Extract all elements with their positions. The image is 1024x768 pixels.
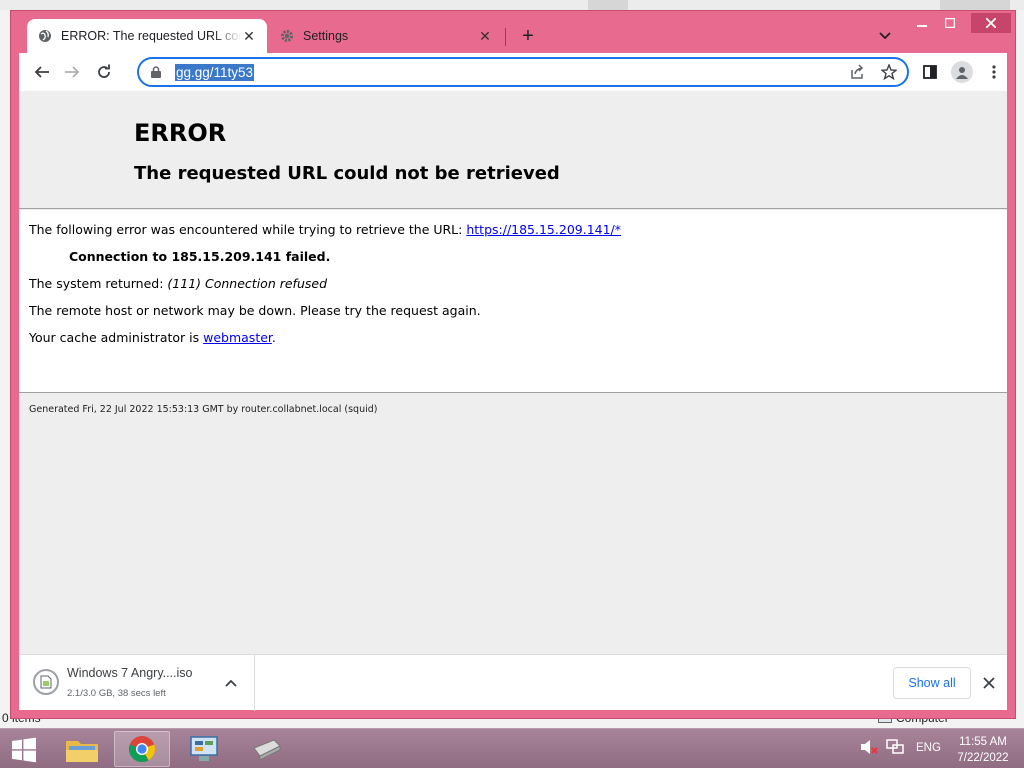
new-tab-button[interactable]: + — [517, 25, 539, 47]
show-all-downloads-button[interactable]: Show all — [893, 667, 971, 699]
tab-error-title: ERROR: The requested URL could not be re… — [61, 29, 241, 43]
download-item[interactable]: Windows 7 Angry....iso 2.1/3.0 GB, 38 se… — [19, 655, 255, 711]
minimize-button[interactable] — [907, 13, 937, 33]
system-clock[interactable]: 11:55 AM 7/22/2022 — [950, 734, 1016, 766]
error-cache-admin-suffix: . — [271, 330, 276, 345]
control-panel-taskbar-icon[interactable] — [176, 731, 232, 767]
background-titlebar — [0, 0, 1024, 10]
error-body: The following error was encountered whil… — [19, 210, 1007, 393]
error-connection-failed: Connection to 185.15.209.141 failed. — [69, 249, 331, 264]
background-minimize-button[interactable] — [588, 0, 628, 10]
chrome-taskbar-icon[interactable] — [114, 731, 170, 767]
taskbar: ENG 11:55 AM 7/22/2022 — [0, 728, 1024, 768]
background-window-controls[interactable] — [940, 0, 1010, 10]
error-subtitle: The requested URL could not be retrieved — [134, 163, 560, 184]
webmaster-link[interactable]: webmaster — [203, 330, 272, 345]
browser-window: ERROR: The requested URL could not be re… — [10, 10, 1016, 719]
globe-icon — [37, 28, 53, 44]
menu-kebab-icon[interactable] — [981, 59, 1007, 85]
error-title: ERROR — [134, 119, 227, 147]
file-icon — [33, 669, 59, 695]
address-actions — [847, 62, 899, 82]
error-cache-admin: Your cache administrator is webmaster. — [29, 330, 276, 345]
error-line-url-text: The following error was encountered whil… — [29, 222, 467, 237]
error-system-returned-value: (111) Connection refused — [167, 276, 327, 291]
error-footer: Generated Fri, 22 Jul 2022 15:53:13 GMT … — [29, 404, 378, 415]
share-icon[interactable] — [847, 62, 867, 82]
bookmark-star-icon[interactable] — [879, 62, 899, 82]
error-line-url: The following error was encountered whil… — [29, 222, 621, 237]
maximize-button[interactable] — [935, 13, 965, 33]
error-system-returned-label: The system returned: — [29, 276, 168, 291]
clock-date: 7/22/2022 — [957, 752, 1009, 764]
tab-error-close-icon[interactable]: ✕ — [241, 28, 257, 44]
profile-avatar[interactable] — [949, 59, 975, 85]
lock-icon[interactable] — [151, 66, 165, 78]
tab-strip: ERROR: The requested URL could not be re… — [11, 11, 1015, 53]
chevron-up-icon[interactable] — [221, 673, 241, 693]
download-filename: Windows 7 Angry....iso — [67, 666, 193, 680]
download-shelf: Windows 7 Angry....iso 2.1/3.0 GB, 38 se… — [19, 654, 1007, 711]
network-icon[interactable] — [886, 739, 904, 755]
file-explorer-taskbar-icon[interactable] — [54, 731, 110, 767]
side-panel-icon[interactable] — [917, 59, 943, 85]
volume-muted-icon[interactable] — [860, 739, 878, 755]
windows-start-icon[interactable] — [6, 735, 42, 765]
gear-icon — [279, 28, 295, 44]
address-url[interactable]: gg.gg/11ty53 — [175, 63, 255, 81]
error-remote-host-message: The remote host or network may be down. … — [29, 303, 481, 318]
input-language[interactable]: ENG — [916, 742, 941, 754]
error-url-link[interactable]: https://185.15.209.141/* — [466, 222, 621, 237]
tab-settings-title: Settings — [303, 29, 349, 43]
tab-error[interactable]: ERROR: The requested URL could not be re… — [27, 19, 267, 53]
browser-toolbar: gg.gg/11ty53 — [19, 53, 1007, 91]
tab-settings-close-icon[interactable]: ✕ — [477, 28, 493, 44]
download-progress-text: 2.1/3.0 GB, 38 secs left — [67, 688, 166, 699]
error-system-returned: The system returned: (111) Connection re… — [29, 276, 327, 291]
tab-search-chevron-icon[interactable] — [875, 25, 895, 47]
tab-settings[interactable]: Settings ✕ — [269, 19, 503, 53]
error-cache-admin-label: Your cache administrator is — [29, 330, 204, 345]
back-arrow-icon[interactable] — [29, 59, 55, 85]
error-header: ERROR The requested URL could not be ret… — [19, 91, 1007, 209]
reload-icon[interactable] — [91, 59, 117, 85]
tab-separator — [505, 28, 506, 46]
profile-person-icon — [951, 61, 973, 83]
page-viewport: ERROR The requested URL could not be ret… — [19, 91, 1007, 654]
address-bar[interactable]: gg.gg/11ty53 — [137, 57, 909, 87]
clock-time: 11:55 AM — [959, 736, 1007, 748]
scanner-taskbar-icon[interactable] — [238, 731, 294, 767]
forward-arrow-icon[interactable] — [59, 59, 85, 85]
close-download-shelf-icon[interactable] — [977, 671, 1001, 695]
close-window-button[interactable] — [971, 13, 1011, 33]
